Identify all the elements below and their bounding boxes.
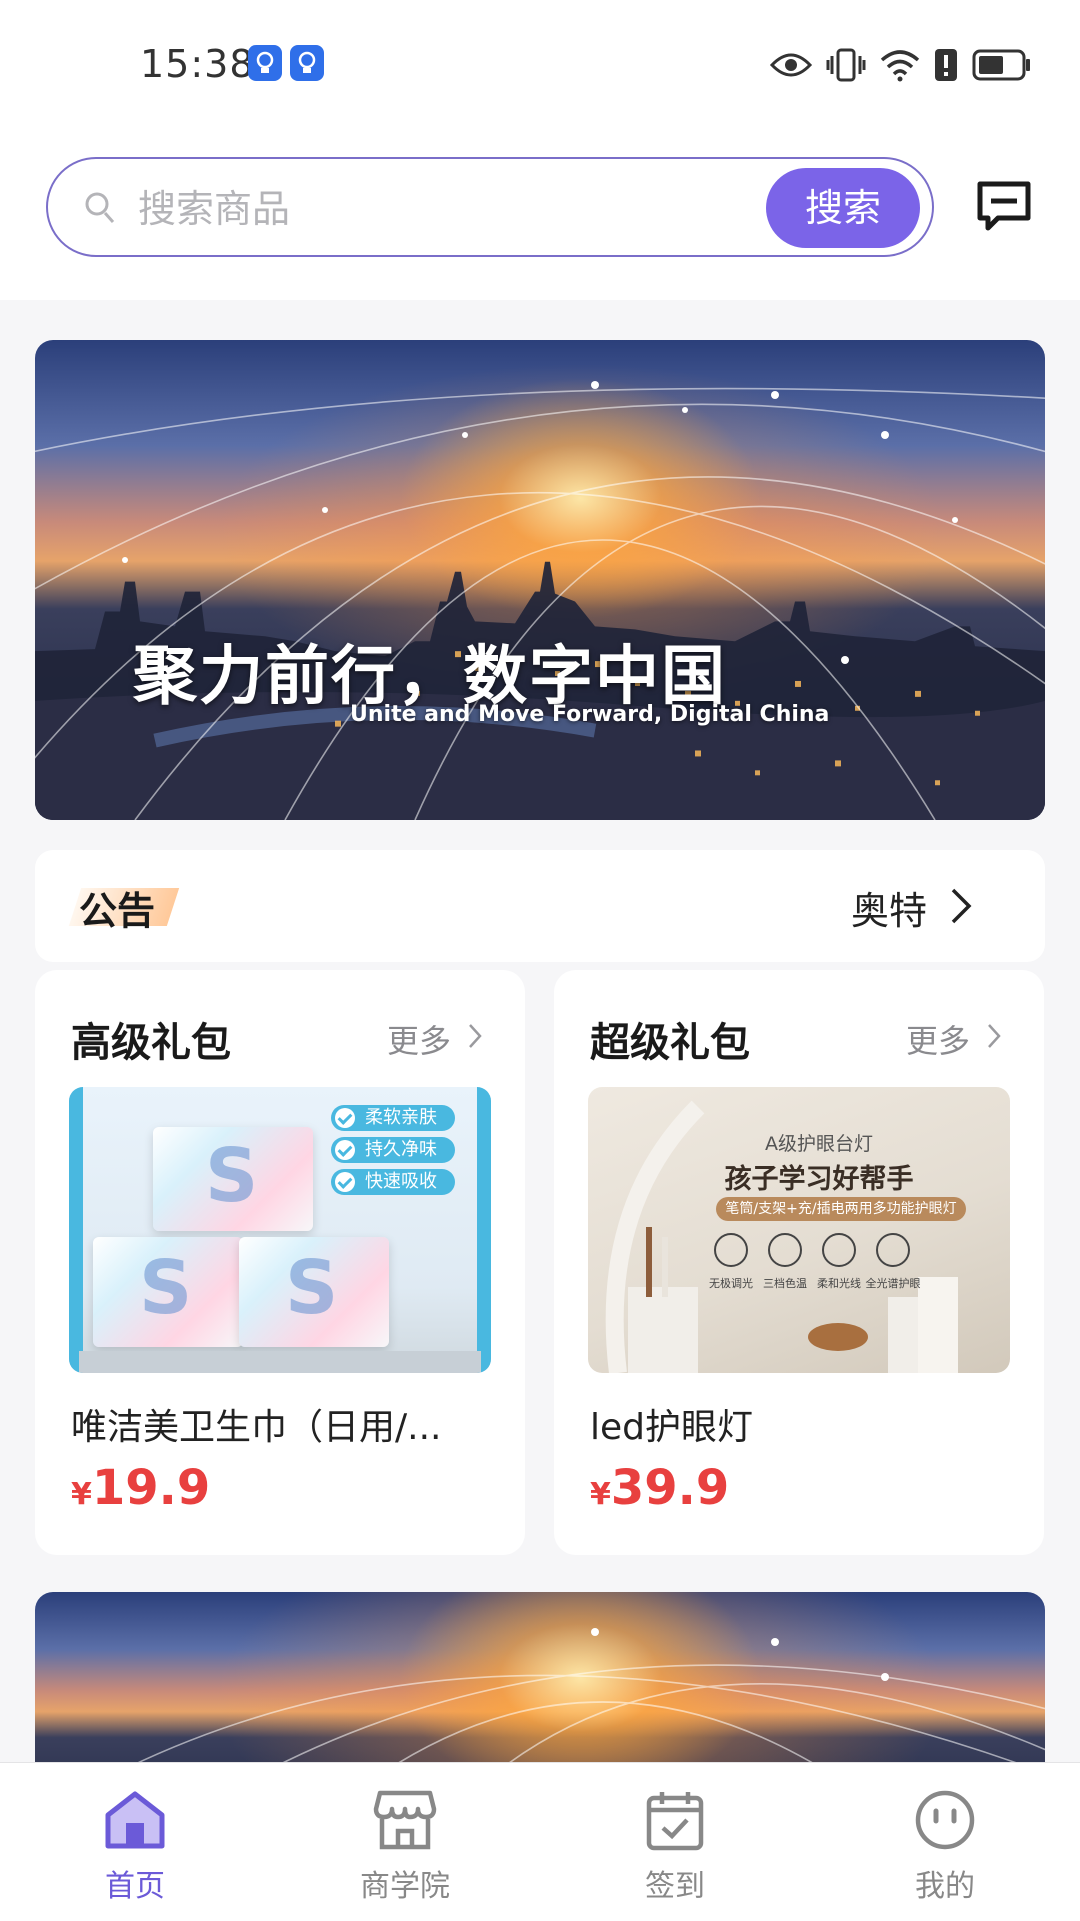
product-name[interactable]: led护眼灯: [590, 1398, 753, 1450]
chevron-right-icon[interactable]: [986, 1022, 1002, 1050]
tab-mine[interactable]: 我的: [865, 1783, 1025, 1905]
product-price: ¥19.9: [71, 1460, 211, 1516]
search-icon: [85, 192, 115, 223]
chevron-right-icon[interactable]: [467, 1022, 483, 1050]
network-arcs: [35, 381, 1045, 820]
chevron-right-icon[interactable]: [949, 886, 973, 926]
banner-subtitle: Unite and Move Forward, Digital China: [350, 702, 830, 727]
eye-icon: [770, 53, 812, 77]
header: 搜索: [0, 130, 1080, 300]
more-link[interactable]: 更多: [387, 1016, 451, 1062]
notice-text[interactable]: 奥特: [851, 880, 927, 935]
notice-bar[interactable]: 公告 奥特: [35, 850, 1045, 962]
product-image[interactable]: A级护眼台灯 孩子学习好帮手 笔筒/支架+充/插电两用多功能护眼灯 无极调光 三…: [588, 1087, 1010, 1373]
battery-icon: [972, 49, 1030, 81]
tab-home[interactable]: 首页: [55, 1783, 215, 1905]
search-button[interactable]: 搜索: [766, 168, 920, 248]
tab-check-in[interactable]: 签到: [595, 1783, 755, 1905]
search-bar: 搜索: [46, 157, 934, 257]
notice-tag: 公告: [68, 880, 180, 933]
wifi-icon: [880, 50, 920, 82]
product-name[interactable]: 唯洁美卫生巾（日用/...: [71, 1398, 441, 1450]
package-card-premium: 高级礼包 更多 S S S 柔软亲肤 持久净味 快速吸收 唯洁美卫生巾（日用/.…: [35, 970, 525, 1555]
vibrate-icon: [826, 48, 866, 82]
tab-business-school[interactable]: 商学院: [325, 1783, 485, 1905]
store-icon: [373, 1790, 437, 1850]
calendar-check-icon: [646, 1792, 704, 1851]
smiley-icon: [915, 1790, 975, 1850]
package-card-super: 超级礼包 更多 A级护眼台灯 孩子学习好帮手 笔筒/支架+充/插电两用多功能护眼…: [554, 970, 1044, 1555]
search-input[interactable]: [136, 181, 700, 237]
product-image[interactable]: S S S 柔软亲肤 持久净味 快速吸收: [69, 1087, 491, 1373]
home-icon: [105, 1791, 165, 1849]
more-link[interactable]: 更多: [906, 1016, 970, 1062]
status-time: 15:38: [140, 42, 255, 86]
card-title: 高级礼包: [71, 1020, 231, 1066]
product-price: ¥39.9: [590, 1460, 730, 1516]
card-title: 超级礼包: [590, 1020, 750, 1066]
alert-icon: [935, 49, 957, 81]
bulb-icon: [290, 45, 324, 81]
status-bar: 15:38: [0, 0, 1080, 130]
banner-carousel[interactable]: 聚力前行，数字中国 Unite and Move Forward, Digita…: [35, 340, 1045, 820]
message-icon[interactable]: [976, 180, 1032, 232]
bottom-tab-bar: 首页 商学院 签到 我的: [0, 1762, 1080, 1921]
bulb-icon: [248, 45, 282, 81]
